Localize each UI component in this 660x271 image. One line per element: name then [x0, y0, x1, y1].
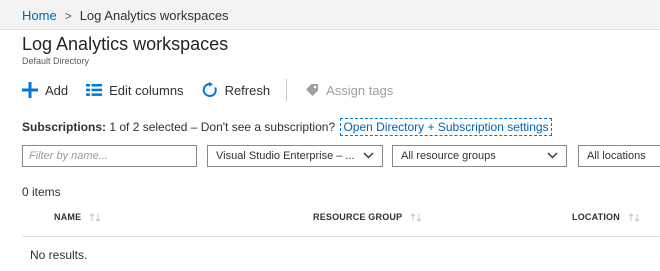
location-dropdown-value: All locations: [587, 150, 646, 162]
item-count: 0 items: [22, 185, 61, 199]
chevron-down-icon: [363, 150, 374, 162]
toolbar: Add Edit columns Refresh Assign tags: [22, 76, 411, 104]
breadcrumb-separator: >: [64, 8, 72, 23]
breadcrumb-current: Log Analytics workspaces: [79, 8, 229, 23]
refresh-button[interactable]: Refresh: [202, 82, 271, 98]
assign-tags-button[interactable]: Assign tags: [305, 83, 393, 98]
subscription-dropdown[interactable]: Visual Studio Enterprise – ...: [207, 145, 383, 167]
tag-icon: [305, 83, 319, 97]
no-results-message: No results.: [30, 248, 88, 262]
assign-tags-button-label: Assign tags: [326, 82, 394, 98]
refresh-button-label: Refresh: [224, 82, 271, 98]
table-header: NAME RESOURCE GROUP LOCATION: [22, 200, 660, 237]
subscriptions-label: Subscriptions:: [22, 120, 107, 134]
chevron-down-icon: [547, 150, 558, 162]
column-header-resource-group[interactable]: RESOURCE GROUP: [313, 212, 422, 222]
edit-columns-button[interactable]: Edit columns: [86, 82, 184, 98]
page-subtitle: Default Directory: [22, 56, 90, 66]
subscriptions-status: 1 of 2 selected – Don't see a subscripti…: [109, 120, 336, 134]
sort-icon: [89, 212, 101, 222]
column-header-location-label: LOCATION: [572, 212, 620, 222]
column-header-name[interactable]: NAME: [54, 212, 101, 222]
columns-icon: [86, 83, 103, 97]
sort-icon: [410, 212, 422, 222]
breadcrumb-bar: Home > Log Analytics workspaces: [0, 0, 660, 30]
breadcrumb-home-link[interactable]: Home: [22, 8, 57, 23]
column-header-name-label: NAME: [54, 212, 82, 222]
column-header-location[interactable]: LOCATION: [572, 212, 640, 222]
resource-group-dropdown[interactable]: All resource groups: [392, 145, 567, 167]
edit-columns-button-label: Edit columns: [109, 82, 184, 98]
sort-icon: [628, 212, 640, 222]
subscriptions-line: Subscriptions: 1 of 2 selected – Don't s…: [22, 118, 552, 136]
page-title: Log Analytics workspaces: [22, 34, 229, 54]
subscription-dropdown-value: Visual Studio Enterprise – ...: [216, 150, 355, 162]
add-button[interactable]: Add: [22, 82, 68, 98]
plus-icon: [22, 82, 38, 98]
location-dropdown[interactable]: All locations: [578, 145, 660, 167]
add-button-label: Add: [45, 82, 69, 98]
refresh-icon: [202, 82, 218, 98]
breadcrumb: Home > Log Analytics workspaces: [22, 8, 229, 23]
toolbar-divider: [286, 79, 288, 101]
subscription-settings-link[interactable]: Open Directory + Subscription settings: [340, 118, 552, 136]
resource-group-dropdown-value: All resource groups: [401, 150, 496, 162]
column-header-resource-group-label: RESOURCE GROUP: [313, 212, 403, 222]
filter-by-name-input[interactable]: [22, 145, 197, 167]
